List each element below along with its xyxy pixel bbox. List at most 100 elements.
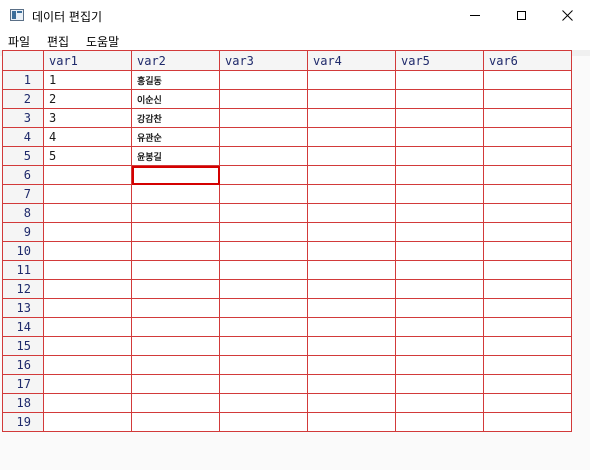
grid-cell[interactable] bbox=[131, 393, 220, 413]
grid-cell[interactable] bbox=[131, 355, 220, 375]
grid-cell[interactable] bbox=[219, 317, 308, 337]
grid-cell[interactable] bbox=[483, 279, 572, 299]
grid-cell[interactable] bbox=[307, 108, 396, 128]
grid-cell[interactable] bbox=[483, 374, 572, 394]
row-header[interactable]: 5 bbox=[2, 146, 44, 166]
row-header[interactable]: 16 bbox=[2, 355, 44, 375]
grid-cell[interactable] bbox=[43, 374, 132, 394]
grid-cell[interactable] bbox=[307, 374, 396, 394]
minimize-button[interactable] bbox=[452, 0, 498, 30]
grid-cell[interactable] bbox=[307, 298, 396, 318]
grid-cell[interactable] bbox=[395, 108, 484, 128]
grid-cell[interactable]: 2 bbox=[43, 89, 132, 109]
grid-cell[interactable] bbox=[483, 203, 572, 223]
row-header[interactable]: 8 bbox=[2, 203, 44, 223]
grid-cell[interactable]: 홍길동 bbox=[131, 70, 220, 90]
grid-cell[interactable] bbox=[307, 260, 396, 280]
grid-cell[interactable] bbox=[219, 184, 308, 204]
grid-cell[interactable] bbox=[219, 374, 308, 394]
grid-cell[interactable] bbox=[395, 222, 484, 242]
grid-cell[interactable] bbox=[307, 222, 396, 242]
row-header[interactable]: 6 bbox=[2, 165, 44, 185]
grid-cell[interactable] bbox=[483, 222, 572, 242]
column-header-var5[interactable]: var5 bbox=[395, 50, 484, 71]
grid-cell[interactable] bbox=[43, 222, 132, 242]
grid-cell[interactable] bbox=[43, 355, 132, 375]
grid-cell[interactable] bbox=[395, 355, 484, 375]
grid-cell[interactable]: 유관순 bbox=[131, 127, 220, 147]
grid-cell[interactable] bbox=[43, 393, 132, 413]
grid-cell[interactable] bbox=[219, 241, 308, 261]
row-header[interactable]: 15 bbox=[2, 336, 44, 356]
grid-cell[interactable] bbox=[483, 355, 572, 375]
grid-cell[interactable] bbox=[483, 108, 572, 128]
grid-cell[interactable] bbox=[307, 336, 396, 356]
grid-cell[interactable] bbox=[483, 146, 572, 166]
grid-cell[interactable] bbox=[131, 241, 220, 261]
grid-cell[interactable] bbox=[219, 203, 308, 223]
grid-cell[interactable] bbox=[219, 108, 308, 128]
grid-cell[interactable] bbox=[43, 241, 132, 261]
row-header[interactable]: 10 bbox=[2, 241, 44, 261]
grid-cell[interactable] bbox=[131, 374, 220, 394]
grid-cell[interactable] bbox=[219, 89, 308, 109]
row-header[interactable]: 14 bbox=[2, 317, 44, 337]
grid-cell[interactable]: 3 bbox=[43, 108, 132, 128]
grid-cell[interactable] bbox=[395, 184, 484, 204]
grid-cell[interactable] bbox=[395, 298, 484, 318]
grid-cell[interactable] bbox=[395, 165, 484, 185]
grid-cell[interactable] bbox=[483, 412, 572, 432]
grid-cell[interactable] bbox=[395, 89, 484, 109]
grid-cell[interactable] bbox=[131, 279, 220, 299]
grid-cell[interactable] bbox=[219, 393, 308, 413]
grid-cell[interactable] bbox=[307, 317, 396, 337]
grid-cell[interactable] bbox=[483, 70, 572, 90]
grid-cell[interactable] bbox=[131, 298, 220, 318]
grid-cell[interactable]: 1 bbox=[43, 70, 132, 90]
grid-cell[interactable] bbox=[307, 89, 396, 109]
row-header[interactable]: 2 bbox=[2, 89, 44, 109]
maximize-button[interactable] bbox=[498, 0, 544, 30]
grid-cell[interactable] bbox=[219, 127, 308, 147]
row-header[interactable]: 9 bbox=[2, 222, 44, 242]
grid-cell[interactable] bbox=[219, 412, 308, 432]
grid-cell[interactable] bbox=[483, 298, 572, 318]
grid-cell[interactable] bbox=[219, 260, 308, 280]
grid-cell[interactable] bbox=[131, 317, 220, 337]
grid-cell[interactable] bbox=[219, 70, 308, 90]
grid-cell[interactable] bbox=[43, 184, 132, 204]
grid-cell[interactable] bbox=[43, 279, 132, 299]
grid-cell[interactable] bbox=[395, 317, 484, 337]
grid-cell[interactable] bbox=[43, 317, 132, 337]
grid-cell[interactable] bbox=[395, 336, 484, 356]
grid-cell[interactable] bbox=[395, 412, 484, 432]
column-header-var2[interactable]: var2 bbox=[131, 50, 220, 71]
grid-cell[interactable] bbox=[43, 412, 132, 432]
grid-cell[interactable] bbox=[483, 260, 572, 280]
grid-cell[interactable] bbox=[395, 70, 484, 90]
grid-cell[interactable] bbox=[131, 336, 220, 356]
grid-cell[interactable] bbox=[219, 298, 308, 318]
grid-cell[interactable] bbox=[219, 279, 308, 299]
grid-cell[interactable] bbox=[43, 336, 132, 356]
menu-file[interactable]: 파일 bbox=[8, 33, 30, 50]
column-header-var3[interactable]: var3 bbox=[219, 50, 308, 71]
grid-cell[interactable] bbox=[131, 203, 220, 223]
grid-cell[interactable] bbox=[307, 241, 396, 261]
grid-cell[interactable]: 강감찬 bbox=[131, 108, 220, 128]
grid-cell[interactable] bbox=[395, 203, 484, 223]
grid-cell[interactable]: 이순신 bbox=[131, 89, 220, 109]
grid-cell[interactable] bbox=[483, 165, 572, 185]
row-header[interactable]: 1 bbox=[2, 70, 44, 90]
column-header-var1[interactable]: var1 bbox=[43, 50, 132, 71]
grid-cell[interactable] bbox=[219, 336, 308, 356]
row-header[interactable]: 7 bbox=[2, 184, 44, 204]
row-header[interactable]: 4 bbox=[2, 127, 44, 147]
grid-cell[interactable] bbox=[219, 146, 308, 166]
grid-cell[interactable] bbox=[483, 336, 572, 356]
menu-help[interactable]: 도움말 bbox=[86, 33, 119, 50]
row-header[interactable]: 12 bbox=[2, 279, 44, 299]
grid-cell[interactable] bbox=[395, 127, 484, 147]
grid-cell[interactable] bbox=[395, 374, 484, 394]
close-button[interactable] bbox=[544, 0, 590, 30]
